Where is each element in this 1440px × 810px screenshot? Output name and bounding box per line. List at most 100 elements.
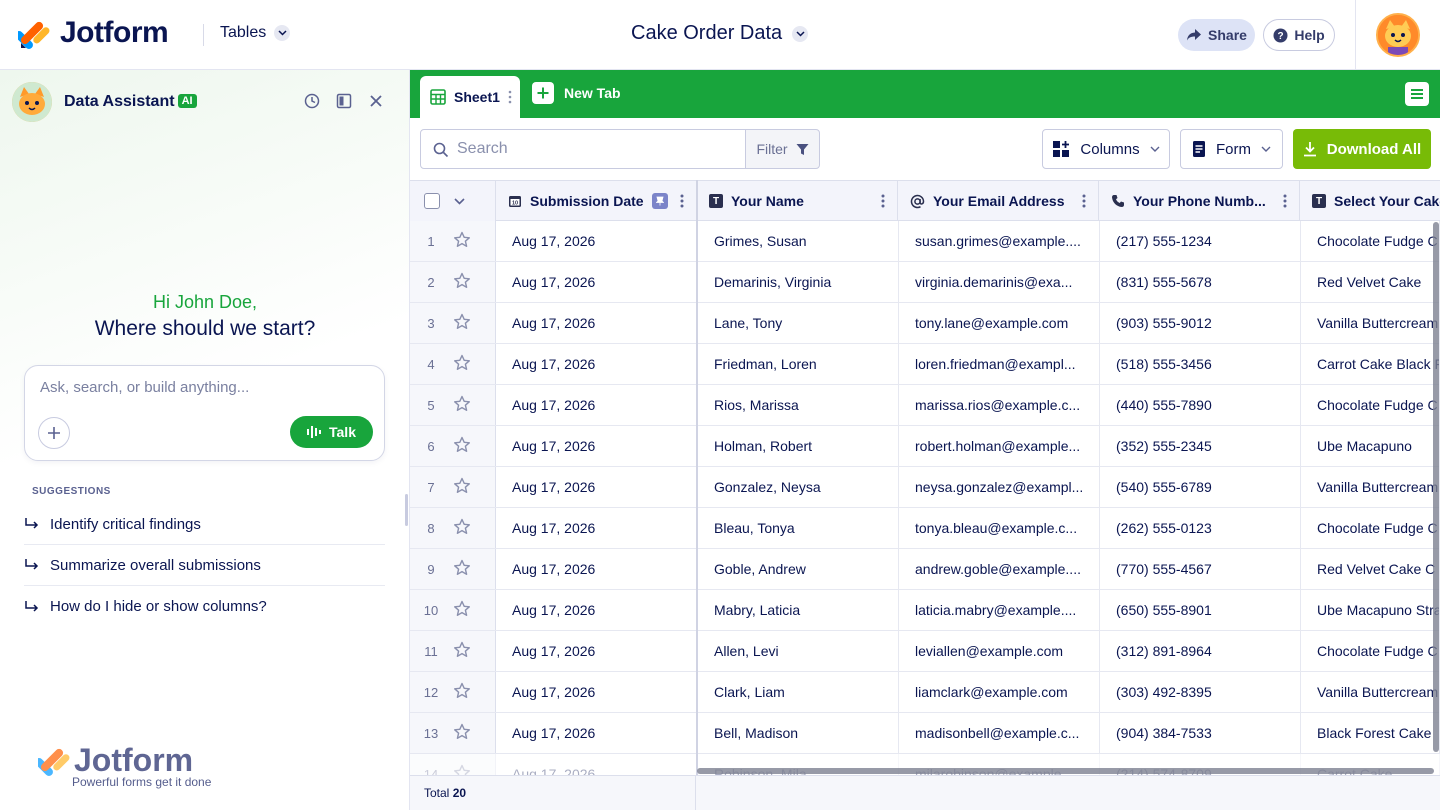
table-row[interactable]: 8 Aug 17, 2026 Bleau, Tonya tonya.bleau@exa… [410, 508, 1440, 549]
table-row[interactable]: 6 Aug 17, 2026 Holman, Robert robert.holman… [410, 426, 1440, 467]
star-icon[interactable] [453, 313, 471, 331]
cell-name[interactable]: Rios, Marissa [698, 385, 899, 425]
form-button[interactable]: Form [1180, 129, 1283, 169]
cell-date[interactable]: Aug 17, 2026 [496, 672, 697, 712]
chat-input[interactable] [40, 379, 360, 396]
table-row[interactable]: 12 Aug 17, 2026 Clark, Liam liamclark@examp… [410, 672, 1440, 713]
jotform-logo[interactable]: Jotform [18, 16, 169, 50]
cell-date[interactable]: Aug 17, 2026 [496, 713, 697, 753]
panel-resize-handle[interactable] [405, 494, 408, 526]
cell-date[interactable]: Aug 17, 2026 [496, 385, 697, 425]
cell-phone[interactable]: (440) 555-7890 [1100, 385, 1301, 425]
table-row[interactable]: 7 Aug 17, 2026 Gonzalez, Neysa neysa.gonzal… [410, 467, 1440, 508]
new-tab-button[interactable]: New Tab [532, 82, 621, 104]
star-icon[interactable] [453, 477, 471, 495]
close-icon[interactable] [367, 92, 385, 110]
cell-email[interactable]: loren.friedman@exampl... [899, 344, 1100, 384]
table-row[interactable]: 10 Aug 17, 2026 Mabry, Laticia laticia.mabr… [410, 590, 1440, 631]
filter-button[interactable]: Filter [745, 129, 820, 169]
column-header-submission-date[interactable]: 10 Submission Date [496, 181, 697, 221]
cell-name[interactable]: Lane, Tony [698, 303, 899, 343]
cell-phone[interactable]: (312) 891-8964 [1100, 631, 1301, 671]
cell-name[interactable]: Gonzalez, Neysa [698, 467, 899, 507]
drag-handle-icon[interactable] [508, 89, 512, 105]
column-header-email[interactable]: Your Email Address [898, 181, 1099, 221]
column-menu-icon[interactable] [1283, 193, 1287, 209]
cell-phone[interactable]: (903) 555-9012 [1100, 303, 1301, 343]
search-input[interactable] [457, 140, 737, 158]
star-icon[interactable] [453, 600, 471, 618]
cell-phone[interactable]: (650) 555-8901 [1100, 590, 1301, 630]
cell-name[interactable]: Mabry, Laticia [698, 590, 899, 630]
table-row[interactable]: 13 Aug 17, 2026 Bell, Madison madisonbell@e… [410, 713, 1440, 754]
cell-cake[interactable]: Vanilla Buttercream [1301, 303, 1440, 343]
cell-cake[interactable]: Red Velvet Cake [1301, 262, 1440, 302]
cell-email[interactable]: neysa.gonzalez@exampl... [899, 467, 1100, 507]
cell-phone[interactable]: (540) 555-6789 [1100, 467, 1301, 507]
cell-date[interactable]: Aug 17, 2026 [496, 426, 697, 466]
cell-name[interactable]: Demarinis, Virginia [698, 262, 899, 302]
suggestion-item[interactable]: Identify critical findings [24, 504, 385, 545]
table-row[interactable]: 4 Aug 17, 2026 Friedman, Loren loren.friedm… [410, 344, 1440, 385]
cell-email[interactable]: susan.grimes@example.... [899, 221, 1100, 261]
cell-name[interactable]: Holman, Robert [698, 426, 899, 466]
column-menu-icon[interactable] [1082, 193, 1086, 209]
tables-menu[interactable]: Tables [220, 24, 291, 42]
cell-cake[interactable]: Vanilla Buttercream [1301, 467, 1440, 507]
hamburger-menu-button[interactable] [1405, 82, 1429, 106]
cell-date[interactable]: Aug 17, 2026 [496, 303, 697, 343]
cell-name[interactable]: Clark, Liam [698, 672, 899, 712]
cell-phone[interactable]: (831) 555-5678 [1100, 262, 1301, 302]
download-all-button[interactable]: Download All [1293, 129, 1431, 169]
cell-cake[interactable]: Carrot Cake Black F [1301, 344, 1440, 384]
cell-date[interactable]: Aug 17, 2026 [496, 467, 697, 507]
cell-cake[interactable]: Chocolate Fudge C [1301, 631, 1440, 671]
star-icon[interactable] [453, 231, 471, 249]
table-row[interactable]: 2 Aug 17, 2026 Demarinis, Virginia virginia… [410, 262, 1440, 303]
cell-date[interactable]: Aug 17, 2026 [496, 262, 697, 302]
cell-cake[interactable]: Chocolate Fudge C [1301, 385, 1440, 425]
cell-phone[interactable]: (904) 384-7533 [1100, 713, 1301, 753]
table-row[interactable]: 9 Aug 17, 2026 Goble, Andrew andrew.goble@e… [410, 549, 1440, 590]
user-avatar[interactable] [1376, 13, 1420, 57]
chevron-down-icon[interactable] [454, 197, 465, 205]
cell-email[interactable]: madisonbell@example.c... [899, 713, 1100, 753]
star-icon[interactable] [453, 354, 471, 372]
star-icon[interactable] [453, 272, 471, 290]
cell-date[interactable]: Aug 17, 2026 [496, 590, 697, 630]
star-icon[interactable] [453, 641, 471, 659]
table-row[interactable]: 5 Aug 17, 2026 Rios, Marissa marissa.rios@e… [410, 385, 1440, 426]
cell-phone[interactable]: (770) 555-4567 [1100, 549, 1301, 589]
tab-sheet1[interactable]: Sheet1 [420, 76, 520, 118]
cell-phone[interactable]: (303) 492-8395 [1100, 672, 1301, 712]
column-header-phone[interactable]: Your Phone Numb... [1099, 181, 1300, 221]
share-button[interactable]: Share [1178, 19, 1255, 51]
cell-phone[interactable]: (262) 555-0123 [1100, 508, 1301, 548]
cell-name[interactable]: Allen, Levi [698, 631, 899, 671]
cell-name[interactable]: Bell, Madison [698, 713, 899, 753]
select-all-checkbox[interactable] [424, 193, 440, 209]
help-button[interactable]: ? Help [1263, 19, 1335, 51]
table-row[interactable]: 11 Aug 17, 2026 Allen, Levi leviallen@examp… [410, 631, 1440, 672]
cell-phone[interactable]: (518) 555-3456 [1100, 344, 1301, 384]
columns-button[interactable]: Columns [1042, 129, 1170, 169]
cell-date[interactable]: Aug 17, 2026 [496, 549, 697, 589]
cell-name[interactable]: Friedman, Loren [698, 344, 899, 384]
cell-email[interactable]: andrew.goble@example.... [899, 549, 1100, 589]
star-icon[interactable] [453, 436, 471, 454]
cell-email[interactable]: leviallen@example.com [899, 631, 1100, 671]
cell-email[interactable]: laticia.mabry@example.... [899, 590, 1100, 630]
vertical-scrollbar[interactable] [1433, 222, 1439, 752]
cell-cake[interactable]: Vanilla Buttercream [1301, 672, 1440, 712]
cell-date[interactable]: Aug 17, 2026 [496, 344, 697, 384]
cell-email[interactable]: virginia.demarinis@exa... [899, 262, 1100, 302]
cell-date[interactable]: Aug 17, 2026 [496, 631, 697, 671]
cell-cake[interactable]: Black Forest Cake [1301, 713, 1440, 753]
cell-date[interactable]: Aug 17, 2026 [496, 221, 697, 261]
star-icon[interactable] [453, 518, 471, 536]
cell-cake[interactable]: Red Velvet Cake C [1301, 549, 1440, 589]
cell-phone[interactable]: (352) 555-2345 [1100, 426, 1301, 466]
table-row[interactable]: 3 Aug 17, 2026 Lane, Tony tony.lane@example… [410, 303, 1440, 344]
star-icon[interactable] [453, 395, 471, 413]
cell-cake[interactable]: Ube Macapuno Stra [1301, 590, 1440, 630]
